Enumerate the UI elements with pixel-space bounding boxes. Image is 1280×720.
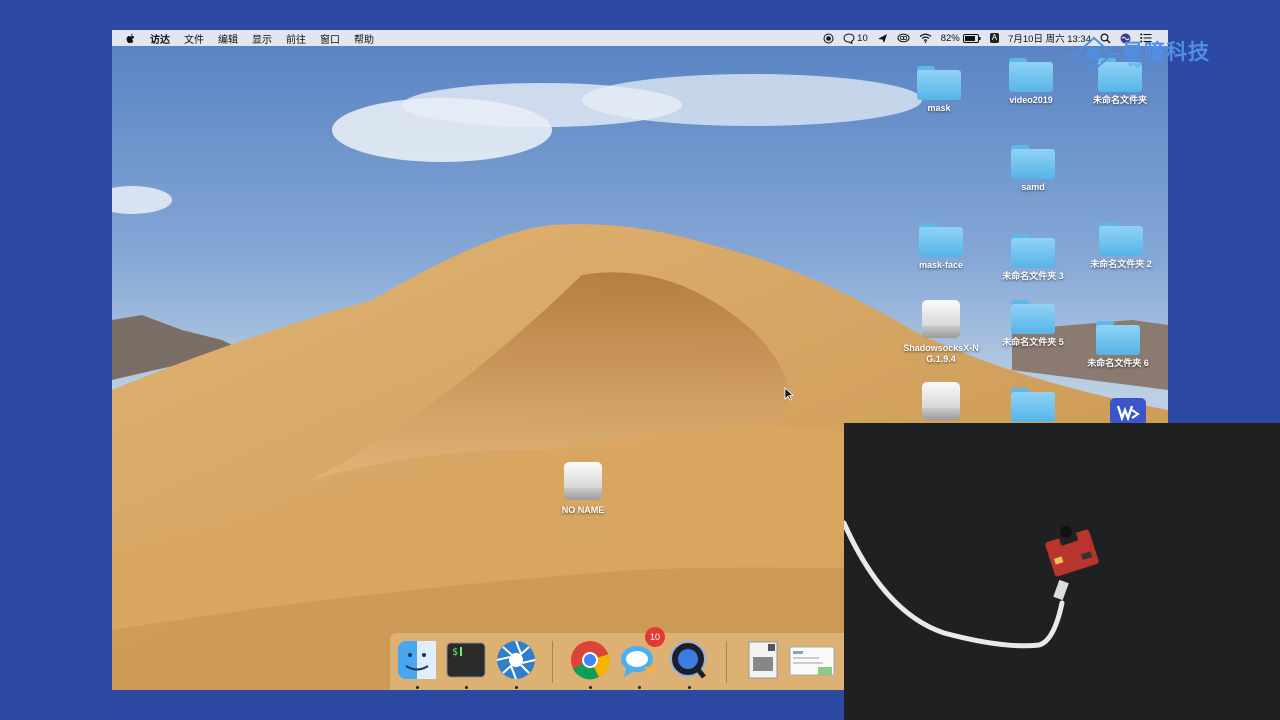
menu-go[interactable]: 前往 <box>286 31 306 46</box>
finder-icon[interactable] <box>396 639 438 681</box>
desktop-item-label: 未命名文件夹 2 <box>1090 259 1152 269</box>
desktop-folder-untitled-6[interactable]: 未命名文件夹 6 <box>1073 321 1163 369</box>
folder-icon <box>1011 388 1055 422</box>
chat-bubble-icon <box>843 32 855 44</box>
desktop-folder-mask-face[interactable]: mask-face <box>896 223 986 271</box>
watermark-logo: 星瞳科技 singtown.com <box>1066 34 1226 74</box>
desktop-folder-samd[interactable]: samd <box>988 145 1078 193</box>
apple-icon[interactable] <box>126 33 136 44</box>
desktop-item-label: 未命名文件夹 3 <box>1002 271 1064 281</box>
desktop-item-label: samd <box>1021 182 1045 192</box>
camera-overlay <box>844 423 1280 720</box>
record-icon[interactable] <box>823 33 834 44</box>
folder-icon <box>1011 300 1055 334</box>
disk-drive-icon <box>564 462 602 502</box>
desktop-item-label: ShadowsocksX-NG.1.9.4 <box>903 343 979 364</box>
wifi-icon[interactable] <box>919 33 932 43</box>
desktop-drive-no-name[interactable]: NO NAME <box>538 462 628 516</box>
menu-window[interactable]: 窗口 <box>320 31 340 46</box>
menu-file[interactable]: 文件 <box>184 31 204 46</box>
desktop-item-label: NO NAME <box>561 505 605 515</box>
aperture-icon[interactable] <box>495 639 537 681</box>
input-method-indicator[interactable]: A <box>989 33 1000 43</box>
desktop-item-label: 未命名文件夹 6 <box>1087 358 1149 368</box>
desktop-item-label: 未命名文件夹 5 <box>1002 337 1064 347</box>
disk-drive-icon <box>922 300 960 340</box>
folder-icon <box>1099 222 1143 256</box>
svg-text:$: $ <box>452 647 458 658</box>
image-file-icon[interactable] <box>742 639 784 681</box>
desktop-item-label: mask-face <box>918 260 964 270</box>
menu-bar: 访达 文件 编辑 显示 前往 窗口 帮助 10 82% A 7月10日 周六 1… <box>112 30 1168 46</box>
creative-cloud-icon[interactable] <box>897 33 910 43</box>
battery-icon <box>962 33 981 43</box>
quicktime-icon[interactable] <box>668 639 710 681</box>
desktop-item-label: video2019 <box>1009 95 1053 105</box>
menu-app-name[interactable]: 访达 <box>150 31 170 46</box>
terminal-icon[interactable]: $ <box>445 639 487 681</box>
menu-help[interactable]: 帮助 <box>354 31 374 46</box>
chat-status[interactable]: 10 <box>843 33 868 44</box>
folder-icon <box>1009 58 1053 92</box>
camera-feed <box>844 423 1280 720</box>
desktop-drive-shadowsocks[interactable]: ShadowsocksX-NG.1.9.4 <box>896 300 986 365</box>
desktop-folder-video2019[interactable]: video2019 <box>986 58 1076 106</box>
folder-icon <box>1011 145 1055 179</box>
desktop-folder-mask[interactable]: mask <box>894 66 984 114</box>
notification-badge: 10 <box>645 627 665 647</box>
screenshot-file-icon[interactable] <box>788 639 836 681</box>
battery-percent: 82% <box>940 32 960 44</box>
send-icon[interactable] <box>877 33 888 44</box>
desktop-drive-partial[interactable] <box>896 382 986 422</box>
desktop-item-label: mask <box>927 103 951 113</box>
desktop-folder-partial[interactable] <box>988 388 1078 422</box>
folder-icon <box>1011 234 1055 268</box>
desktop-folder-untitled-2[interactable]: 未命名文件夹 2 <box>1076 222 1166 270</box>
desktop-item-label: 未命名文件夹 <box>1092 95 1147 105</box>
desktop-folder-untitled-5[interactable]: 未命名文件夹 5 <box>988 300 1078 348</box>
folder-icon <box>917 66 961 100</box>
mouse-cursor-icon <box>784 387 794 401</box>
folder-icon <box>1096 321 1140 355</box>
folder-icon <box>919 223 963 257</box>
dock: $ 10 <box>390 627 850 690</box>
disk-drive-icon <box>922 382 960 422</box>
battery-status[interactable]: 82% <box>941 33 981 44</box>
menu-edit[interactable]: 编辑 <box>218 31 238 46</box>
logo-icon <box>1068 36 1120 72</box>
desktop-folder-untitled-3[interactable]: 未命名文件夹 3 <box>988 234 1078 282</box>
chrome-icon[interactable] <box>569 639 611 681</box>
watermark-url: singtown.com <box>1128 62 1165 68</box>
menu-view[interactable]: 显示 <box>252 31 272 46</box>
notification-count: 10 <box>857 32 868 44</box>
wps-icon[interactable] <box>1110 398 1146 426</box>
